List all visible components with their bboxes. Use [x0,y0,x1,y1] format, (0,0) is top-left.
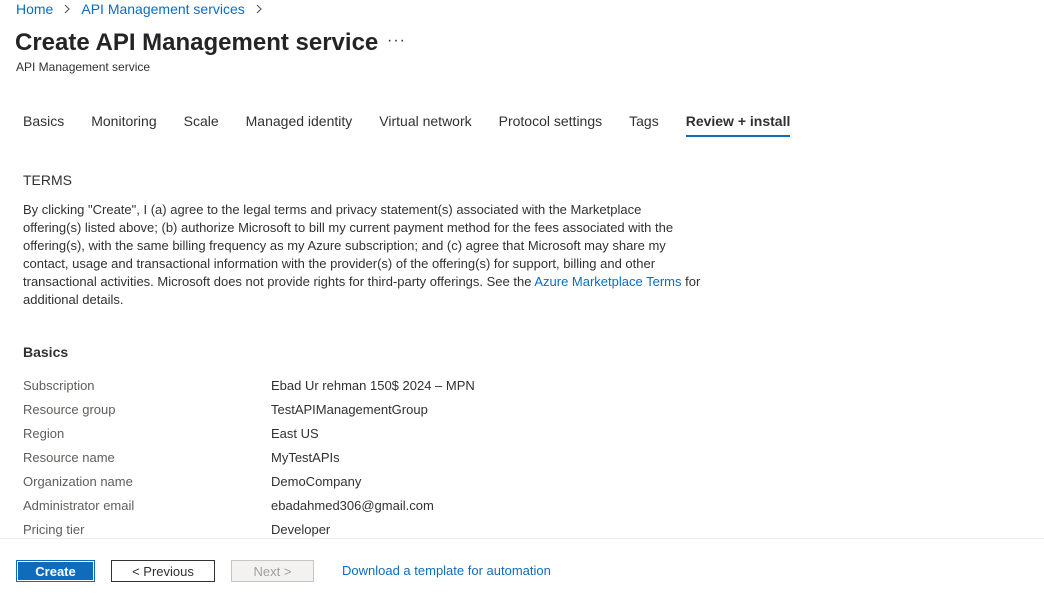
summary-label: Administrator email [23,497,135,513]
summary-value: TestAPIManagementGroup [271,401,428,417]
summary-label: Pricing tier [23,521,85,537]
download-template-link[interactable]: Download a template for automation [342,563,551,578]
summary-label: Region [23,425,65,441]
basics-summary: Subscription Ebad Ur rehman 150$ 2024 – … [23,373,475,541]
summary-label: Organization name [23,473,133,489]
create-button[interactable]: Create [16,560,95,582]
summary-value: ebadahmed306@gmail.com [271,497,434,513]
tab-basics[interactable]: Basics [23,113,64,137]
page-title: Create API Management service [15,29,379,56]
summary-row-region: Region East US [23,421,475,445]
chevron-right-icon [60,2,74,16]
tab-tags[interactable]: Tags [629,113,659,137]
tab-protocol-settings[interactable]: Protocol settings [499,113,603,137]
summary-label: Subscription [23,377,95,393]
summary-value: East US [271,425,319,441]
chevron-right-icon [252,2,266,16]
summary-value: Developer [271,521,331,537]
summary-row-organization-name: Organization name DemoCompany [23,469,475,493]
summary-row-subscription: Subscription Ebad Ur rehman 150$ 2024 – … [23,373,475,397]
tab-virtual-network[interactable]: Virtual network [379,113,471,137]
tab-managed-identity[interactable]: Managed identity [246,113,353,137]
previous-button[interactable]: < Previous [111,560,215,582]
summary-label: Resource name [23,449,115,465]
summary-value: MyTestAPIs [271,449,340,465]
more-options-icon[interactable]: ··· [387,32,406,50]
tab-bar: Basics Monitoring Scale Managed identity… [23,113,817,137]
summary-label: Resource group [23,401,116,417]
basics-section-heading: Basics [23,344,69,360]
next-button: Next > [231,560,314,582]
breadcrumb-api-management-services-link[interactable]: API Management services [81,1,244,17]
summary-value: Ebad Ur rehman 150$ 2024 – MPN [271,377,475,393]
azure-marketplace-terms-link[interactable]: Azure Marketplace Terms [534,274,681,289]
terms-text: By clicking "Create", I (a) agree to the… [23,201,703,309]
tab-monitoring[interactable]: Monitoring [91,113,156,137]
breadcrumb-home-link[interactable]: Home [16,1,53,17]
summary-row-administrator-email: Administrator email ebadahmed306@gmail.c… [23,493,475,517]
tab-review-install[interactable]: Review + install [685,113,791,137]
footer-action-bar: Create < Previous Next > Download a temp… [0,538,1044,603]
breadcrumb: Home API Management services [16,1,273,17]
summary-value: DemoCompany [271,473,362,489]
terms-heading: TERMS [23,172,72,188]
tab-scale[interactable]: Scale [184,113,219,137]
summary-row-resource-group: Resource group TestAPIManagementGroup [23,397,475,421]
summary-row-resource-name: Resource name MyTestAPIs [23,445,475,469]
page-subtitle: API Management service [16,60,151,74]
